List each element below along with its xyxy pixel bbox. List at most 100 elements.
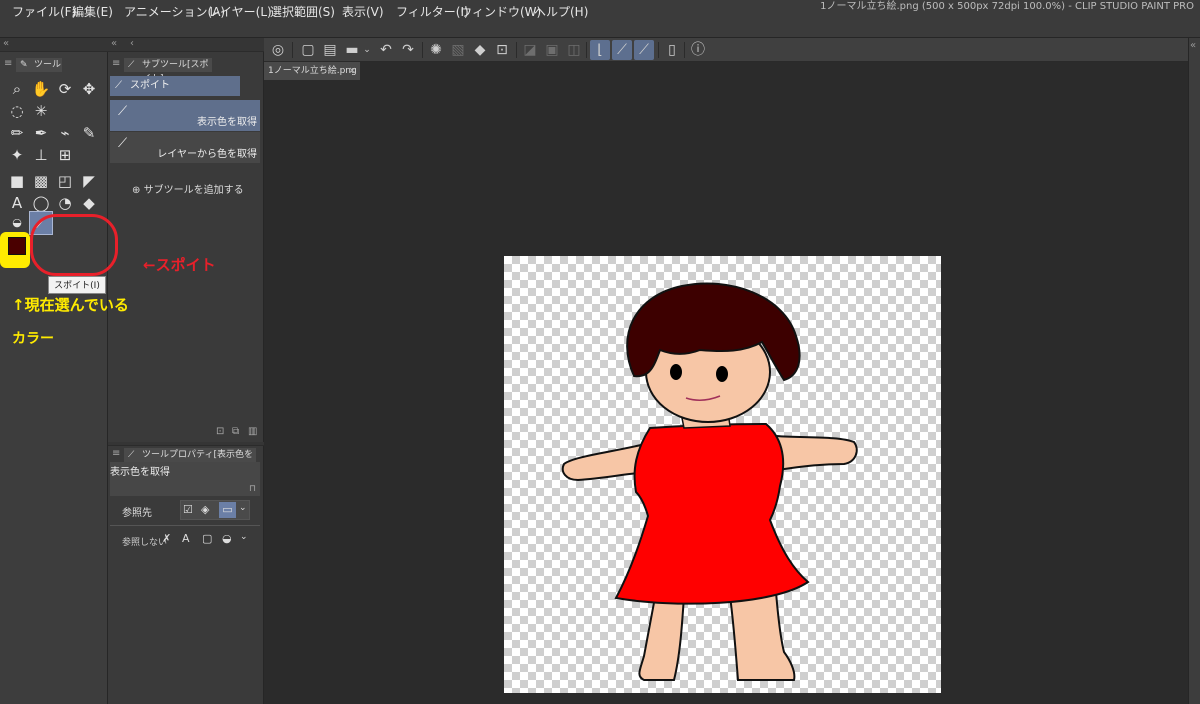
sub-panel-collapse-bar[interactable]: « ‹ xyxy=(108,38,264,52)
open-folder-icon[interactable]: ▤ xyxy=(320,40,340,60)
menu-view[interactable]: 表示(V) xyxy=(336,0,390,24)
menu-help[interactable]: ヘルプ(H) xyxy=(528,0,594,24)
magic-wand-icon[interactable]: ✳ xyxy=(30,100,52,122)
transform-icon[interactable]: ⊡ xyxy=(492,40,512,60)
chevron-down-icon[interactable]: ⌄ xyxy=(362,40,372,60)
reference-label: 参照先 xyxy=(122,508,152,519)
document-tab-label: 1ノーマル立ち絵.png xyxy=(268,66,357,76)
sub-tool-item-label: レイヤーから色を取得 xyxy=(157,149,257,160)
left-leg xyxy=(638,590,686,681)
brush-icon: ✎ xyxy=(20,60,28,70)
collapse-icon[interactable]: « xyxy=(3,38,9,49)
clip-studio-icon[interactable]: ◎ xyxy=(268,40,288,60)
panel-collapse-bar[interactable]: « xyxy=(0,38,108,52)
snap-special-ruler-icon[interactable]: ⟋ xyxy=(612,40,632,60)
reference-canvas-icon[interactable]: ▭ xyxy=(219,502,236,518)
draft-exclude-icon[interactable]: ▢ xyxy=(202,532,212,545)
sub-tool-group-label: スポイト xyxy=(130,80,170,91)
reference-selector[interactable]: ☑ ◈ ▭ ⌄ xyxy=(180,500,250,520)
tool-panel-tab[interactable]: ✎ ツール xyxy=(16,58,62,72)
lock-icon[interactable]: ⊓ xyxy=(249,484,256,494)
menu-edit[interactable]: 編集(E) xyxy=(66,0,119,24)
deselect-icon[interactable]: ◪ xyxy=(520,40,540,60)
text-exclude-icon[interactable]: A xyxy=(182,532,190,545)
collapse-icon[interactable]: « xyxy=(1190,40,1196,51)
eraser-icon[interactable]: ◆ xyxy=(78,192,100,214)
plus-circle-icon: ⊕ xyxy=(132,185,141,196)
save-icon[interactable]: ▬ xyxy=(342,40,362,60)
rotate-icon[interactable]: ⟳ xyxy=(54,78,76,100)
canvas[interactable] xyxy=(504,256,941,693)
move-icon[interactable]: ✥ xyxy=(78,78,100,100)
sub-tool-item-layer-color[interactable]: ⟋ レイヤーから色を取得 xyxy=(110,132,260,163)
tool-property-tab[interactable]: ⟋ ツールプロパティ[表示色を取得] xyxy=(124,448,256,474)
right-arm xyxy=(775,434,858,472)
right-panel-strip: « xyxy=(1188,38,1200,704)
sub-tool-group[interactable]: ⟋ スポイト xyxy=(110,76,240,96)
progress-icon[interactable]: ✺ xyxy=(426,40,446,60)
hand-icon[interactable]: ✋ xyxy=(30,78,52,100)
tool-panel: « ≡ ✎ ツール ⌕ ✋ ⟳ ✥ ◌ ✳ ✏ ✒ ⌁ ✎ ✦ ⊥ ⊞ ■ ▩ … xyxy=(0,38,108,704)
tool-property-name: 表示色を取得 xyxy=(110,467,170,478)
copy-sub-tool-icon[interactable]: ⊡ xyxy=(216,426,224,437)
no-reference-selector[interactable]: ✗ A ▢ ◒ ⌄ xyxy=(160,530,250,550)
paper-exclude-icon[interactable]: ✗ xyxy=(162,532,171,545)
trash-icon[interactable]: ▥ xyxy=(248,426,257,437)
sparkle-icon[interactable]: ✦ xyxy=(6,144,28,166)
clear-icon[interactable]: ▧ xyxy=(448,40,468,60)
fill-exclude-icon[interactable]: ◒ xyxy=(222,532,232,545)
gradient-icon[interactable]: ■ xyxy=(6,170,28,192)
menu-selection[interactable]: 選択範囲(S) xyxy=(264,0,341,24)
invert-selection-icon[interactable]: ▣ xyxy=(542,40,562,60)
chevron-down-icon[interactable]: ⌄ xyxy=(240,532,248,542)
collapse-icon[interactable]: « xyxy=(111,38,117,49)
frame-icon[interactable]: ◰ xyxy=(54,170,76,192)
snap-grid-icon[interactable]: ⟋ xyxy=(634,40,654,60)
smartphone-icon[interactable]: ▯ xyxy=(662,40,682,60)
window-title: 1ノーマル立ち絵.png (500 x 500px 72dpi 100.0%) … xyxy=(820,1,1194,12)
panel-menu-icon[interactable]: ≡ xyxy=(112,448,120,459)
chevron-left-icon[interactable]: ‹ xyxy=(130,38,134,49)
panel-menu-icon[interactable]: ≡ xyxy=(4,58,12,69)
pattern-icon[interactable]: ▩ xyxy=(30,170,52,192)
stamp-icon[interactable]: ⊥ xyxy=(30,144,52,166)
reference-checkbox-icon[interactable]: ☑ xyxy=(183,503,193,516)
close-icon[interactable]: × xyxy=(348,62,356,80)
marker-icon[interactable]: ✎ xyxy=(78,122,100,144)
pencil-icon[interactable]: ✏ xyxy=(6,122,28,144)
reference-layer-icon[interactable]: ◈ xyxy=(201,503,209,516)
grid-icon[interactable]: ⊞ xyxy=(54,144,76,166)
new-file-icon[interactable]: ▢ xyxy=(298,40,318,60)
current-color-annotation-line2: カラー xyxy=(12,331,54,347)
duplicate-icon[interactable]: ⧉ xyxy=(232,426,239,437)
sub-tool-item-display-color[interactable]: ⟋ 表示色を取得 xyxy=(110,100,260,131)
eyedropper-icon: ⟋ xyxy=(128,450,135,460)
zoom-icon[interactable]: ⌕ xyxy=(6,78,28,100)
eyedropper-annotation: ←スポイト xyxy=(143,256,216,274)
balloon-icon[interactable]: ◯ xyxy=(30,192,52,214)
redo-icon[interactable]: ↷ xyxy=(398,40,418,60)
menu-bar: ファイル(F) 編集(E) アニメーション(A) レイヤー(L) 選択範囲(S)… xyxy=(0,0,1200,38)
drawing xyxy=(561,282,858,681)
fill-icon[interactable]: ◆ xyxy=(470,40,490,60)
lasso-icon[interactable]: ◌ xyxy=(6,100,28,122)
chevron-down-icon[interactable]: ⌄ xyxy=(239,503,247,513)
eyedropper-icon: ⟋ xyxy=(115,80,122,91)
show-selection-icon[interactable]: ◫ xyxy=(564,40,584,60)
snap-ruler-icon[interactable]: ⌊ xyxy=(590,40,610,60)
undo-icon[interactable]: ↶ xyxy=(376,40,396,60)
airbrush-icon[interactable]: ⌁ xyxy=(54,122,76,144)
sub-tool-item-label: 表示色を取得 xyxy=(197,117,257,128)
current-color-swatch[interactable] xyxy=(8,237,26,255)
document-area: 1ノーマル立ち絵.png × xyxy=(264,62,1188,704)
add-sub-tool-button[interactable]: ⊕ サブツールを追加する xyxy=(132,181,244,196)
document-tab[interactable]: 1ノーマル立ち絵.png × xyxy=(264,62,360,80)
help-icon[interactable]: ⓘ xyxy=(688,40,708,60)
pen-icon[interactable]: ✒ xyxy=(30,122,52,144)
panel-menu-icon[interactable]: ≡ xyxy=(112,58,120,69)
ruler-icon[interactable]: ◤ xyxy=(78,170,100,192)
text-icon[interactable]: A xyxy=(6,192,28,214)
sub-tool-tab[interactable]: ⟋ サブツール[スポイト] xyxy=(124,58,212,84)
fill-bucket-icon[interactable]: ◒ xyxy=(6,212,28,234)
speech-icon[interactable]: ◔ xyxy=(54,192,76,214)
